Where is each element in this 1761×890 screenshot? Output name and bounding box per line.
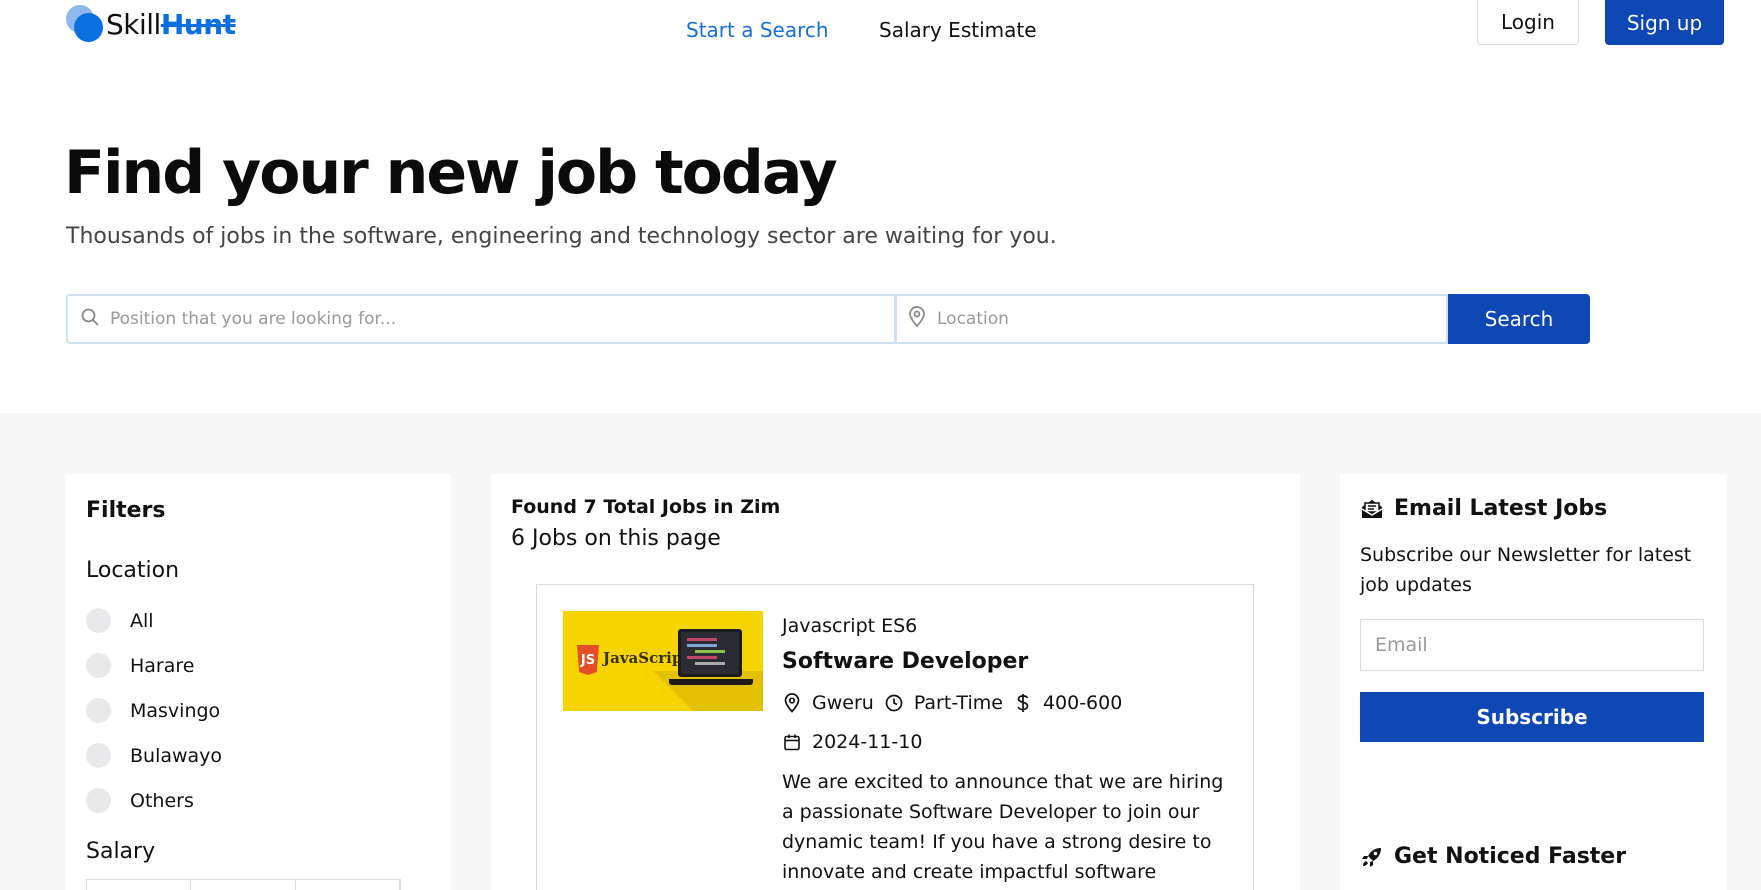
rocket-icon xyxy=(1360,845,1384,869)
job-date: 2024-11-10 xyxy=(812,731,923,753)
subscribe-button[interactable]: Subscribe xyxy=(1360,692,1704,742)
nav-link-salary-estimate[interactable]: Salary Estimate xyxy=(879,18,1037,42)
filters-panel: Filters Location All Harare Masvingo Bul… xyxy=(66,474,451,890)
search-bar: Search xyxy=(66,294,1590,344)
job-type: Part-Time xyxy=(913,692,1003,714)
job-title[interactable]: Software Developer xyxy=(782,649,1028,674)
radio-label: Masvingo xyxy=(130,699,221,722)
top-navbar: SkillHunt Start a Search Salary Estimate… xyxy=(0,0,1761,60)
job-thumbnail[interactable]: JS JavaScript xyxy=(563,611,763,711)
location-pin-icon xyxy=(907,306,927,332)
radio-label: Bulawayo xyxy=(130,744,223,767)
job-location: Gweru xyxy=(812,692,874,714)
position-search-field[interactable] xyxy=(66,294,896,344)
logo-mark-icon xyxy=(66,5,104,43)
email-jobs-header: Email Latest Jobs xyxy=(1360,496,1607,521)
location-option-others[interactable]: Others xyxy=(86,778,222,823)
radio-label: Others xyxy=(130,789,194,812)
clock-icon xyxy=(884,693,904,713)
laptop-icon xyxy=(678,629,742,677)
hero-title: Find your new job today xyxy=(64,138,838,208)
location-pin-icon xyxy=(782,693,802,713)
radio-button[interactable] xyxy=(86,608,111,633)
newsletter-description: Subscribe our Newsletter for latest job … xyxy=(1360,544,1692,596)
envelope-open-icon xyxy=(1360,497,1384,521)
job-card[interactable]: JS JavaScript Javascript ES6 Software De… xyxy=(536,584,1254,890)
job-tag: Javascript ES6 xyxy=(782,615,918,637)
js-logo-icon: JS xyxy=(577,645,599,675)
get-noticed-title: Get Noticed Faster xyxy=(1394,844,1627,869)
radio-button[interactable] xyxy=(86,653,111,678)
job-description: We are excited to announce that we are h… xyxy=(782,771,1224,883)
job-salary: 400-600 xyxy=(1042,692,1123,714)
radio-button[interactable] xyxy=(86,743,111,768)
location-radio-group: All Harare Masvingo Bulawayo Others xyxy=(86,598,222,823)
position-input[interactable] xyxy=(110,309,843,329)
email-jobs-title: Email Latest Jobs xyxy=(1394,496,1608,521)
job-date-row: 2024-11-10 xyxy=(782,731,922,753)
location-option-all[interactable]: All xyxy=(86,598,222,643)
jobs-found-count: Found 7 Total Jobs in Zim xyxy=(511,496,781,518)
email-field[interactable] xyxy=(1360,619,1704,671)
radio-button[interactable] xyxy=(86,698,111,723)
signup-button[interactable]: Sign up xyxy=(1605,0,1724,45)
nav-link-start-search[interactable]: Start a Search xyxy=(686,18,829,42)
search-button[interactable]: Search xyxy=(1448,294,1590,344)
hero-subtitle: Thousands of jobs in the software, engin… xyxy=(66,224,1057,249)
thumbnail-text: JavaScript xyxy=(603,649,690,667)
get-noticed-header: Get Noticed Faster xyxy=(1360,844,1626,869)
salary-options[interactable] xyxy=(86,879,401,890)
job-meta: Gweru Part-Time 400-600 xyxy=(782,692,1132,714)
location-option-harare[interactable]: Harare xyxy=(86,643,222,688)
filters-title: Filters xyxy=(86,498,166,523)
location-filter-title: Location xyxy=(86,558,180,583)
jobs-panel: Found 7 Total Jobs in Zim 6 Jobs on this… xyxy=(491,474,1300,890)
location-input[interactable] xyxy=(937,309,1423,329)
brand-logo[interactable]: SkillHunt xyxy=(66,4,236,44)
location-option-masvingo[interactable]: Masvingo xyxy=(86,688,222,733)
jobs-on-page-count: 6 Jobs on this page xyxy=(511,526,721,551)
location-search-field[interactable] xyxy=(896,294,1448,344)
login-button[interactable]: Login xyxy=(1477,0,1579,45)
search-icon xyxy=(80,307,100,331)
location-option-bulawayo[interactable]: Bulawayo xyxy=(86,733,222,778)
newsletter-panel: Email Latest Jobs Subscribe our Newslett… xyxy=(1340,474,1726,890)
brand-name: SkillHunt xyxy=(106,7,236,41)
email-input[interactable] xyxy=(1375,634,1703,656)
radio-label: Harare xyxy=(130,654,195,677)
radio-button[interactable] xyxy=(86,788,111,813)
salary-filter-title: Salary xyxy=(86,839,156,864)
calendar-icon xyxy=(782,732,802,752)
radio-label: All xyxy=(130,609,154,632)
dollar-icon xyxy=(1013,693,1033,713)
